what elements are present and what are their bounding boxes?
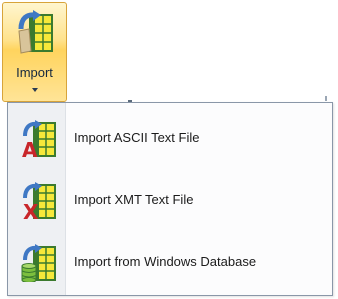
menu-item-import-xmt[interactable]: X Import XMT Text File — [10, 176, 330, 226]
import-button[interactable]: Import — [2, 2, 67, 102]
svg-text:A: A — [22, 138, 38, 158]
chevron-down-icon — [32, 88, 38, 92]
xmt-text-file-icon: X — [23, 182, 56, 220]
menu-item-label: Import ASCII Text File — [74, 130, 200, 145]
menu-item-import-ascii[interactable]: A Import ASCII Text File — [10, 114, 330, 164]
ascii-text-file-icon: A — [22, 120, 56, 158]
import-menu: A Import ASCII Text File X Import XMT Te… — [7, 102, 333, 296]
import-button-label: Import — [16, 65, 53, 80]
ribbon-separator — [325, 96, 327, 101]
menu-item-import-windows-database[interactable]: Import from Windows Database — [10, 238, 330, 288]
menu-item-label: Import XMT Text File — [74, 192, 194, 207]
menu-item-label: Import from Windows Database — [74, 254, 257, 269]
windows-database-icon — [21, 244, 56, 282]
svg-text:X: X — [23, 200, 39, 220]
import-table-icon — [18, 10, 53, 54]
import-dropdown-screenshot: Import A Import ASCII Text File X Import… — [0, 0, 338, 299]
